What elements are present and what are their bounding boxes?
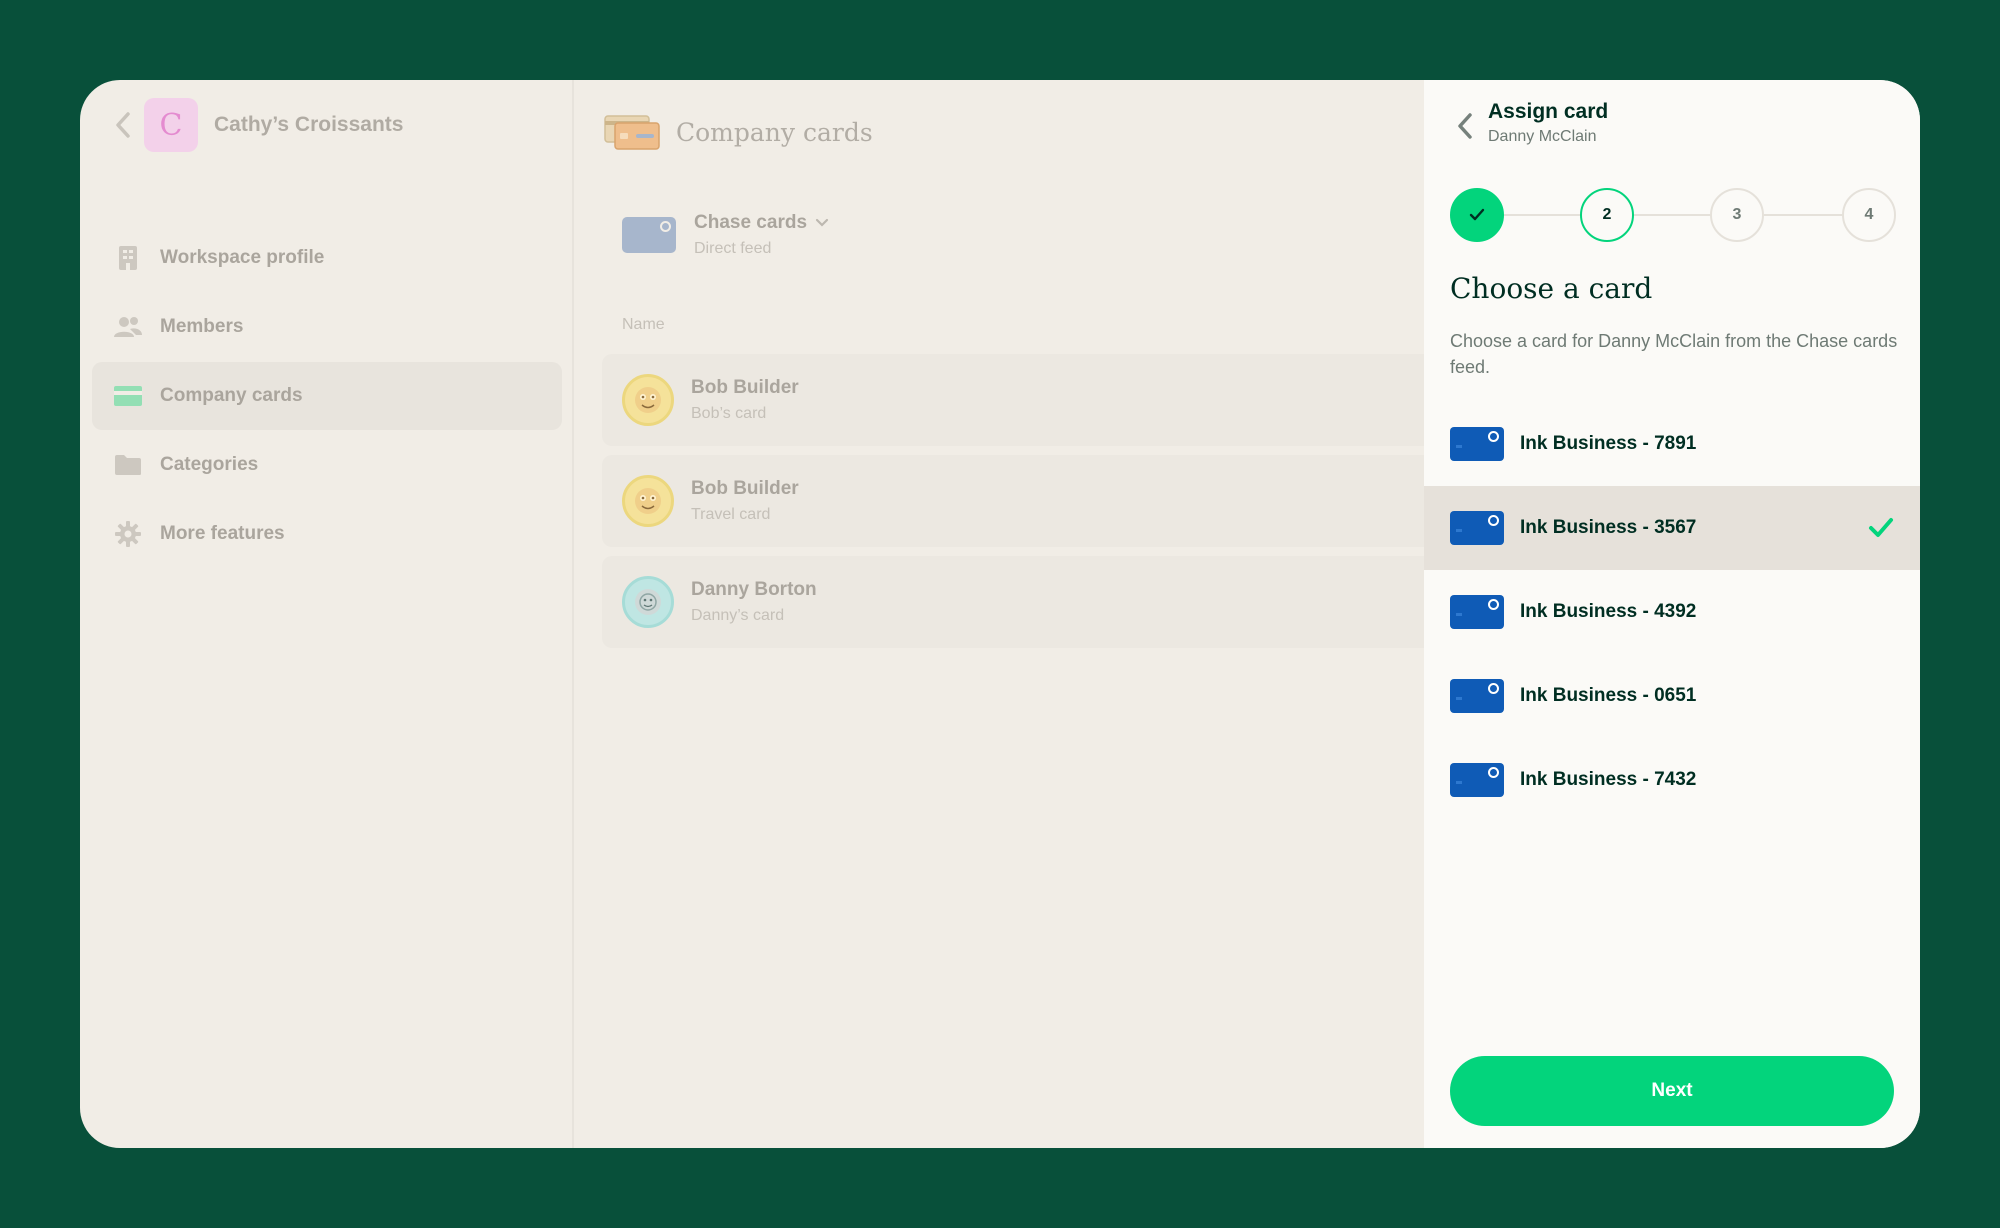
company-cards-illustration-icon: [604, 115, 660, 150]
bank-card-icon: [1450, 679, 1504, 713]
bank-card-icon: [1450, 427, 1504, 461]
step-connector: [1764, 214, 1842, 216]
chevron-down-icon: [815, 218, 829, 227]
sidebar-item-label: More features: [160, 523, 285, 544]
card-option-label: Ink Business - 7432: [1520, 769, 1697, 790]
bank-card-icon: [1450, 511, 1504, 545]
users-icon: [114, 313, 142, 341]
avatar: [622, 374, 674, 426]
bank-card-icon: [1450, 763, 1504, 797]
sidebar-item-more-features[interactable]: More features: [92, 500, 562, 568]
card-option-label: Ink Business - 4392: [1520, 601, 1697, 622]
chevron-left-icon: [1458, 113, 1472, 139]
assign-card-panel: Assign card Danny McClain 2 3 4 Choose a…: [1424, 80, 1920, 1148]
avatar: [622, 475, 674, 527]
panel-title: Assign card: [1488, 100, 1609, 123]
table-row[interactable]: Bob Builder Bob’s card: [602, 354, 1424, 446]
sidebar-item-label: Categories: [160, 454, 259, 475]
chevron-left-icon: [116, 112, 130, 138]
sidebar-item-workspace-profile[interactable]: Workspace profile: [92, 224, 562, 292]
avatar: [622, 576, 674, 628]
assigned-cards-list: Bob Builder Bob’s card Bob Builder Trave…: [602, 354, 1424, 657]
card-option[interactable]: Ink Business - 7891: [1424, 402, 1920, 486]
step-indicator: 2 3 4: [1450, 188, 1896, 242]
sidebar-item-label: Workspace profile: [160, 247, 325, 268]
checkmark-icon: [1469, 208, 1485, 221]
step-1: [1450, 188, 1504, 242]
feed-selector[interactable]: Chase cards Direct feed: [622, 212, 829, 258]
row-name: Bob Builder: [691, 377, 799, 398]
table-row[interactable]: Bob Builder Travel card: [602, 455, 1424, 547]
gear-icon: [114, 520, 142, 548]
workspace-header: C Cathy’s Croissants: [108, 98, 403, 152]
choose-card-heading: Choose a card: [1450, 272, 1653, 305]
sidebar-nav: Workspace profile Members Company cards …: [92, 224, 562, 569]
bank-card-icon: [622, 217, 676, 253]
card-option-label: Ink Business - 0651: [1520, 685, 1697, 706]
card-option-selected[interactable]: Ink Business - 3567: [1424, 486, 1920, 570]
column-header-name: Name: [622, 316, 665, 333]
company-cards-page: Company cards Chase cards Direct feed Na…: [574, 80, 1424, 1148]
step-2: 2: [1580, 188, 1634, 242]
row-card-name: Travel card: [691, 506, 771, 523]
panel-header: Assign card Danny McClain: [1450, 100, 1608, 152]
workspace-avatar: C: [144, 98, 198, 152]
table-row[interactable]: Danny Borton Danny’s card: [602, 556, 1424, 648]
card-option-label: Ink Business - 3567: [1520, 517, 1697, 538]
credit-card-icon: [114, 382, 142, 410]
panel-back-button[interactable]: [1450, 100, 1480, 152]
feed-subtitle: Direct feed: [694, 240, 772, 257]
page-title: Company cards: [676, 117, 873, 147]
workspace-name: Cathy’s Croissants: [214, 113, 404, 136]
next-button[interactable]: Next: [1450, 1056, 1894, 1126]
row-card-name: Danny’s card: [691, 607, 785, 624]
sidebar-item-label: Company cards: [160, 385, 303, 406]
row-name: Bob Builder: [691, 478, 799, 499]
step-connector: [1634, 214, 1710, 216]
step-connector: [1504, 214, 1580, 216]
back-button[interactable]: [108, 98, 138, 152]
sidebar-item-label: Members: [160, 316, 244, 337]
card-option[interactable]: Ink Business - 0651: [1424, 654, 1920, 738]
card-options-list: Ink Business - 7891 Ink Business - 3567 …: [1424, 402, 1920, 822]
card-option[interactable]: Ink Business - 7432: [1424, 738, 1920, 822]
checkmark-icon: [1869, 518, 1893, 537]
folder-icon: [114, 451, 142, 479]
card-option[interactable]: Ink Business - 4392: [1424, 570, 1920, 654]
step-3: 3: [1710, 188, 1764, 242]
row-name: Danny Borton: [691, 579, 817, 600]
row-card-name: Bob’s card: [691, 405, 767, 422]
panel-subtitle: Danny McClain: [1488, 128, 1597, 145]
card-option-label: Ink Business - 7891: [1520, 433, 1697, 454]
page-header: Company cards: [604, 110, 873, 154]
sidebar-item-members[interactable]: Members: [92, 293, 562, 361]
building-icon: [114, 244, 142, 272]
step-4: 4: [1842, 188, 1896, 242]
bank-card-icon: [1450, 595, 1504, 629]
sidebar-item-categories[interactable]: Categories: [92, 431, 562, 499]
app-window: C Cathy’s Croissants Workspace profile M…: [80, 80, 1920, 1148]
choose-card-description: Choose a card for Danny McClain from the…: [1450, 331, 1898, 377]
feed-name: Chase cards: [694, 212, 808, 233]
sidebar: C Cathy’s Croissants Workspace profile M…: [80, 80, 574, 1148]
sidebar-item-company-cards[interactable]: Company cards: [92, 362, 562, 430]
